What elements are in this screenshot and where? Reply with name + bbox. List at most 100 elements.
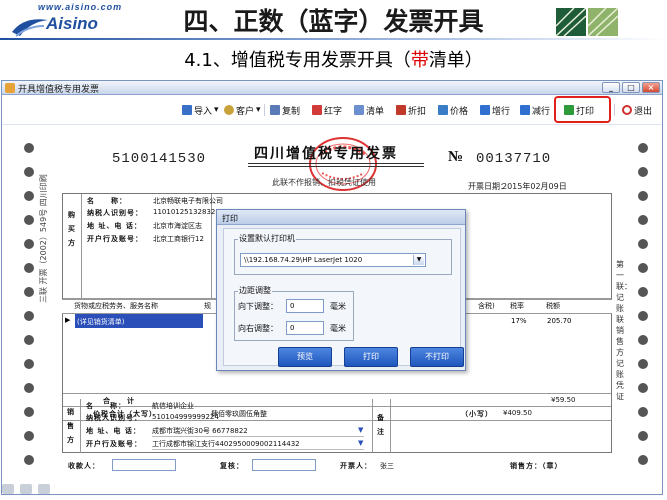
margin-group-label: 边距调整 <box>238 285 272 296</box>
punch-hole <box>638 287 648 297</box>
presentation-controls <box>2 484 50 498</box>
grid-line <box>63 393 611 394</box>
dialog-body: 设置默认打印机 \\192.168.74.29\HP LaserJet 1020… <box>223 228 464 367</box>
item-tax-cell[interactable]: 205.70 <box>547 317 572 325</box>
down-adjust-input[interactable]: 0 <box>286 299 324 313</box>
list-label: 清单 <box>366 106 385 117</box>
printer-select-value: \\192.168.74.29\HP LaserJet 1020 <box>244 256 363 264</box>
customer-icon <box>224 105 234 115</box>
subtitle-highlight: 带 <box>410 50 429 71</box>
slide-control-icon[interactable] <box>20 484 32 494</box>
punch-hole <box>24 383 34 393</box>
item-name-cell[interactable]: (详见销货清单) <box>75 314 203 328</box>
print-button[interactable]: 打印 <box>564 102 594 118</box>
buyer-address-label: 地 址、电 话： <box>87 221 142 230</box>
customer-button[interactable]: 客户 ▾ <box>224 102 261 118</box>
discount-label: 折扣 <box>408 106 427 117</box>
right-adjust-label: 向右调整： <box>238 324 278 333</box>
printer-select[interactable]: \\192.168.74.29\HP LaserJet 1020 ▼ <box>240 253 426 267</box>
list-button[interactable]: 清单 <box>354 102 384 118</box>
price-label: 价格 <box>450 106 469 117</box>
seller-bank-label: 开户行及账号： <box>86 439 142 448</box>
printer-group-label: 设置默认打印机 <box>238 233 296 244</box>
red-letter-icon <box>312 105 322 115</box>
punch-hole <box>24 191 34 201</box>
punch-hole <box>24 455 34 465</box>
buyer-name[interactable]: 北京畅联电子有限公司 <box>153 196 223 206</box>
seller-name: 航信培训企业 <box>152 402 194 410</box>
punch-hole <box>24 167 34 177</box>
punch-hole <box>638 239 648 249</box>
item-rate-cell[interactable]: 17% <box>511 317 527 325</box>
chevron-down-icon[interactable]: ▼ <box>358 439 363 447</box>
grid-line <box>390 399 391 453</box>
down-adjust-unit: 毫米 <box>330 302 346 311</box>
slide-header: www.aisino.com Aisino 四、正数（蓝字）发票开具 4.1、增… <box>0 0 667 80</box>
import-button[interactable]: 导入 ▾ <box>182 102 219 118</box>
dialog-title: 打印 <box>217 210 465 225</box>
chevron-down-icon[interactable]: ▼ <box>413 255 424 265</box>
red-letter-label: 红字 <box>324 106 343 117</box>
col-tax-rate: 税率 <box>510 302 524 310</box>
seller-address-select[interactable]: 成都市瑞兴街30号 66778822 <box>152 426 364 437</box>
payee-input[interactable] <box>112 459 176 471</box>
printer-icon <box>564 105 574 115</box>
punch-hole <box>24 239 34 249</box>
right-adjust-input[interactable]: 0 <box>286 321 324 335</box>
remarks-vertical-label: 备注 <box>377 413 384 436</box>
preview-button[interactable]: 预览 <box>278 347 332 367</box>
price-button[interactable]: 价格 <box>438 102 468 118</box>
delete-row-button[interactable]: 减行 <box>520 102 550 118</box>
col-tax-amount: 税额 <box>546 302 560 310</box>
punch-hole <box>24 263 34 273</box>
close-button[interactable]: × <box>642 82 660 93</box>
seller-block: 销售方 名 称： 航信培训企业 纳税人识别号： 510104999999224 … <box>62 399 612 453</box>
invoice-no-label: № <box>448 149 464 165</box>
punch-hole <box>24 407 34 417</box>
checker-input[interactable] <box>252 459 316 471</box>
buyer-taxid[interactable]: 110101251328326 <box>153 208 220 216</box>
punch-hole <box>638 383 648 393</box>
red-letter-button[interactable]: 红字 <box>312 102 342 118</box>
drawer-name: 张三 <box>380 462 394 470</box>
invoice-app-icon <box>5 83 15 93</box>
decorative-tiles-icon <box>556 8 618 36</box>
add-row-label: 增行 <box>492 106 511 117</box>
grid-line <box>81 194 82 298</box>
row-pointer-icon: ▶ <box>65 316 71 324</box>
minimize-button[interactable]: _ <box>602 82 620 93</box>
exit-button[interactable]: 退出 <box>622 102 652 118</box>
buyer-address[interactable]: 北京市海淀区志 <box>153 221 202 231</box>
heading-underline <box>248 163 424 164</box>
punch-hole <box>638 311 648 321</box>
invoice-code: 5100141530 <box>112 151 207 167</box>
invoice-number: 00137710 <box>476 151 552 167</box>
col-spec: 规 <box>204 302 211 310</box>
import-label: 导入 <box>194 106 213 117</box>
chevron-down-icon[interactable]: ▼ <box>358 426 363 434</box>
no-print-button[interactable]: 不打印 <box>410 347 464 367</box>
punch-hole <box>24 143 34 153</box>
toolbar-separator <box>614 104 615 116</box>
slide-control-icon[interactable] <box>38 484 50 494</box>
import-icon <box>182 105 192 115</box>
punch-hole <box>638 191 648 201</box>
dialog-print-button[interactable]: 打印 <box>344 347 398 367</box>
seller-taxid: 510104999999224 <box>152 413 219 421</box>
add-row-button[interactable]: 增行 <box>480 102 510 118</box>
chevron-down-icon: ▾ <box>214 105 219 115</box>
right-margin-text: 第一联：记账联 销售方记账凭证 <box>616 260 632 401</box>
copy-button[interactable]: 复制 <box>270 102 300 118</box>
price-icon <box>438 105 448 115</box>
punch-hole <box>24 215 34 225</box>
toolbar: 导入 ▾ 客户 ▾ 复制 红字 清单 折扣 价格 增行 减行 打印 退出 <box>2 95 662 125</box>
discount-button[interactable]: 折扣 <box>396 102 426 118</box>
seller-taxid-label: 纳税人识别号： <box>86 413 142 422</box>
punch-hole <box>638 215 648 225</box>
delete-row-icon <box>520 105 530 115</box>
slide-control-icon[interactable] <box>2 484 14 494</box>
maximize-button[interactable]: □ <box>622 82 640 93</box>
buyer-bank[interactable]: 北京工商银行12 <box>153 234 204 244</box>
drawer-label: 开票人： <box>340 461 372 470</box>
seller-bank-select[interactable]: 工行成都市锦江支行4402950009002114432 <box>152 439 364 450</box>
